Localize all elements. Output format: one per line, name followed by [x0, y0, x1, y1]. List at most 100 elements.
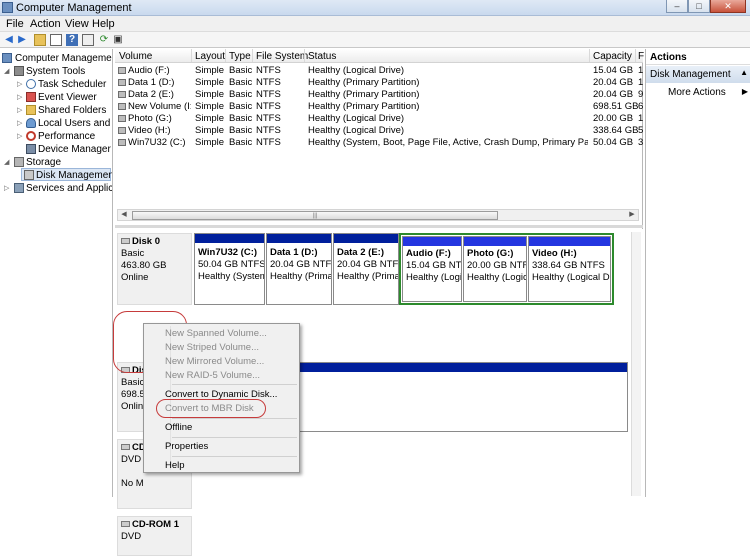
partition-bar: [529, 237, 610, 246]
table-row[interactable]: Win7U32 (C:) Simple Basic NTFS Healthy (…: [115, 137, 643, 149]
disk-icon: [24, 170, 34, 180]
scrollbar-thumb[interactable]: |||: [132, 211, 498, 220]
volume-icon: [118, 127, 126, 134]
scroll-right-icon[interactable]: ▶: [626, 210, 638, 220]
menu-help[interactable]: Help: [92, 18, 115, 30]
partition-bar: [464, 237, 526, 246]
table-row[interactable]: Data 1 (D:) Simple Basic NTFS Healthy (P…: [115, 77, 643, 89]
table-row[interactable]: Video (H:) Simple Basic NTFS Healthy (Lo…: [115, 125, 643, 137]
column-layout[interactable]: Layout: [195, 51, 225, 62]
volume-icon: [118, 103, 126, 110]
partition-e[interactable]: Data 2 (E:) 20.04 GB NTFS Healthy (Prima: [333, 233, 399, 305]
column-status[interactable]: Status: [308, 51, 336, 62]
collapse-arrow-icon[interactable]: ◢: [4, 65, 9, 78]
more-actions[interactable]: More Actions: [668, 87, 726, 98]
storage-icon: [14, 157, 24, 167]
help-icon[interactable]: ?: [66, 34, 78, 46]
column-free-space[interactable]: F: [638, 51, 644, 62]
menu-bar: File Action View Help: [0, 16, 750, 32]
title-bar: Computer Management – □ ✕: [0, 0, 750, 16]
actions-section-disk-management[interactable]: Disk Management ▲: [646, 66, 750, 83]
partition-bar: [195, 234, 264, 243]
services-icon: [14, 183, 24, 193]
properties-icon[interactable]: [82, 34, 94, 46]
collapse-icon[interactable]: ▲: [740, 68, 748, 77]
window-title: Computer Management: [16, 2, 132, 14]
expand-arrow-icon[interactable]: ▷: [17, 117, 22, 130]
back-icon[interactable]: ◀: [3, 34, 15, 46]
maximize-button[interactable]: □: [688, 0, 710, 13]
horizontal-scrollbar[interactable]: ◀ ||| ▶: [117, 209, 639, 221]
close-button[interactable]: ✕: [710, 0, 746, 13]
menu-item-new-striped-volume[interactable]: New Striped Volume...: [165, 342, 259, 354]
table-row[interactable]: Data 2 (E:) Simple Basic NTFS Healthy (P…: [115, 89, 643, 101]
partition-f[interactable]: Audio (F:) 15.04 GB NTF Healthy (Logi: [402, 236, 462, 302]
volume-icon: [118, 67, 126, 74]
up-folder-icon[interactable]: [34, 34, 46, 46]
partition-bar: [403, 237, 461, 246]
volume-icon: [118, 91, 126, 98]
table-row[interactable]: Photo (G:) Simple Basic NTFS Healthy (Lo…: [115, 113, 643, 125]
menu-item-properties[interactable]: Properties: [165, 441, 208, 453]
tools-icon: [14, 66, 24, 76]
disk-icon: [121, 238, 130, 244]
expand-arrow-icon[interactable]: ▷: [17, 91, 22, 104]
cd-drive-icon: [121, 444, 130, 450]
scroll-left-icon[interactable]: ◀: [118, 210, 130, 220]
menu-action[interactable]: Action: [30, 18, 61, 30]
show-hide-tree-icon[interactable]: [50, 34, 62, 46]
actions-header: Actions: [646, 49, 750, 65]
menu-item-offline[interactable]: Offline: [165, 422, 192, 434]
column-capacity[interactable]: Capacity: [593, 51, 632, 62]
column-file-system[interactable]: File System: [256, 51, 308, 62]
navigation-tree: Computer Management ◢ System Tools ▷ Tas…: [0, 49, 113, 497]
expand-arrow-icon[interactable]: ▷: [17, 104, 22, 117]
expand-arrow-icon[interactable]: ▷: [17, 78, 22, 91]
partition-c[interactable]: Win7U32 (C:) 50.04 GB NTFS Healthy (System: [194, 233, 265, 305]
event-viewer-icon: [26, 92, 36, 102]
window-controls: – □ ✕: [666, 0, 746, 13]
table-row[interactable]: Audio (F:) Simple Basic NTFS Healthy (Lo…: [115, 65, 643, 77]
partition-d[interactable]: Data 1 (D:) 20.04 GB NTFS Healthy (Prima: [266, 233, 332, 305]
disk-0-label[interactable]: Disk 0 Basic 463.80 GB Online: [117, 233, 192, 305]
menu-file[interactable]: File: [6, 18, 24, 30]
clock-icon: [26, 79, 36, 89]
refresh-icon[interactable]: ⟳: [98, 34, 110, 46]
submenu-arrow-icon: ▶: [741, 87, 748, 96]
actions-pane: Actions Disk Management ▲ More Actions ▶: [645, 49, 750, 497]
menu-item-new-mirrored-volume[interactable]: New Mirrored Volume...: [165, 356, 264, 368]
vertical-scrollbar[interactable]: [631, 232, 641, 496]
minimize-button[interactable]: –: [666, 0, 688, 13]
cd-drive-icon: [121, 521, 130, 527]
context-menu: New Spanned Volume... New Striped Volume…: [143, 323, 300, 473]
cd-rom-1-label[interactable]: CD-ROM 1 DVD: [117, 516, 192, 556]
table-row[interactable]: New Volume (I:) Simple Basic NTFS Health…: [115, 101, 643, 113]
menu-item-new-spanned-volume[interactable]: New Spanned Volume...: [165, 328, 267, 340]
volume-list-header: Volume Layout Type File System Status Ca…: [115, 49, 644, 63]
column-volume[interactable]: Volume: [119, 51, 152, 62]
expand-arrow-icon[interactable]: ▷: [17, 130, 22, 143]
volume-icon: [118, 139, 126, 146]
expand-arrow-icon[interactable]: ▷: [4, 182, 9, 195]
menu-view[interactable]: View: [65, 18, 89, 30]
menu-separator: [172, 456, 297, 457]
tree-item-disk-management[interactable]: Disk Management: [21, 168, 112, 181]
computer-management-icon: [2, 2, 13, 13]
device-manager-icon: [26, 144, 36, 154]
collapse-arrow-icon[interactable]: ◢: [4, 156, 9, 169]
column-type[interactable]: Type: [229, 51, 251, 62]
partition-h[interactable]: Video (H:) 338.64 GB NTFS Healthy (Logical…: [528, 236, 611, 302]
menu-item-help[interactable]: Help: [165, 460, 185, 472]
partition-bar: [267, 234, 331, 243]
menu-item-new-raid5-volume[interactable]: New RAID-5 Volume...: [165, 370, 260, 382]
partition-g[interactable]: Photo (G:)20.00 GB NTFSHealthy (Logic: [463, 236, 527, 302]
toolbar: ◀ ▶ ? ⟳ ▣: [0, 32, 750, 48]
forward-icon[interactable]: ▶: [16, 34, 28, 46]
export-icon[interactable]: ▣: [112, 34, 124, 46]
volume-icon: [118, 79, 126, 86]
volume-icon: [118, 115, 126, 122]
partition-bar: [334, 234, 398, 243]
annotation-oval: [156, 399, 266, 418]
folder-icon: [26, 105, 36, 115]
pane-splitter[interactable]: [115, 225, 643, 228]
